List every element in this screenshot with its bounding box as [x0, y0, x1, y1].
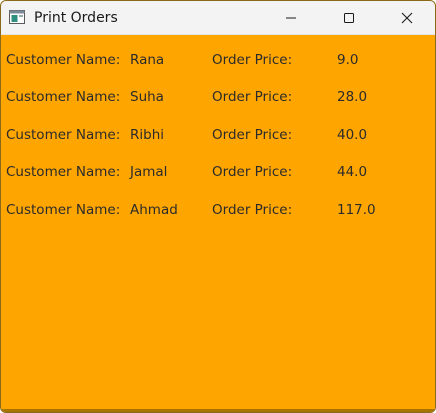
minimize-button[interactable]: [262, 1, 320, 35]
order-price-label: Order Price:: [212, 202, 293, 218]
customer-name-value: Rana: [130, 52, 165, 68]
customer-name-value: Ribhi: [130, 127, 165, 143]
minimize-icon: [286, 17, 296, 19]
window-title: Print Orders: [34, 10, 118, 26]
customer-name-label: Customer Name:: [6, 164, 121, 180]
order-price-value: 40.0: [337, 127, 368, 143]
customer-name-label: Customer Name:: [6, 89, 121, 105]
order-price-label: Order Price:: [212, 52, 293, 68]
maximize-button[interactable]: [320, 1, 378, 35]
customer-name-value: Suha: [130, 89, 164, 105]
title-bar[interactable]: Print Orders: [1, 1, 435, 35]
order-price-value: 9.0: [337, 52, 359, 68]
customer-name-label: Customer Name:: [6, 202, 121, 218]
order-price-value: 117.0: [337, 202, 376, 218]
orders-panel: Customer Name: Rana Order Price: 9.0 Cus…: [1, 36, 435, 412]
customer-name-label: Customer Name:: [6, 127, 121, 143]
maximize-icon: [344, 13, 354, 23]
order-price-label: Order Price:: [212, 164, 293, 180]
close-button[interactable]: [378, 1, 435, 35]
window-bottom-edge: [1, 409, 435, 412]
customer-name-value: Ahmad: [130, 202, 178, 218]
order-price-value: 44.0: [337, 164, 368, 180]
customer-name-value: Jamal: [130, 164, 168, 180]
app-window-icon: [9, 10, 25, 24]
print-orders-window: Print Orders Customer Name: Rana Order P…: [0, 0, 436, 413]
order-price-label: Order Price:: [212, 89, 293, 105]
close-icon: [401, 12, 413, 24]
order-price-label: Order Price:: [212, 127, 293, 143]
customer-name-label: Customer Name:: [6, 52, 121, 68]
order-price-value: 28.0: [337, 89, 368, 105]
